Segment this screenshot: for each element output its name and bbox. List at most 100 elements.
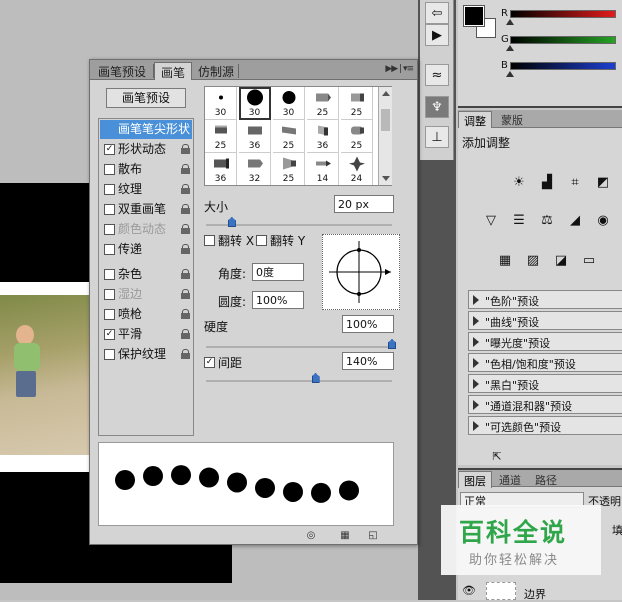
expand-arrow-icon[interactable] [473,337,479,347]
brush-tip-item[interactable]: 25 [273,153,305,185]
channel-slider[interactable] [510,36,616,44]
hardness-slider-thumb[interactable] [388,339,396,349]
brush-option-item[interactable]: 湿边 [100,285,192,304]
brush-option-item[interactable]: 保护纹理 [100,345,192,364]
brush-option-checkbox[interactable] [104,164,115,175]
brush-tip-item[interactable]: 32 [239,153,271,185]
channel-slider-thumb[interactable] [506,45,514,51]
threshold-icon[interactable]: ◪ [550,250,572,270]
angle-roundness-widget[interactable] [322,234,400,310]
brush-option-checkbox[interactable] [104,269,115,280]
black-white-icon[interactable]: ◢ [564,210,586,230]
brush-tip-scrollbar[interactable] [378,87,392,185]
lock-icon[interactable] [181,329,190,339]
tab-masks[interactable]: 蒙版 [496,111,528,128]
brush-option-item[interactable]: 纹理 [100,180,192,199]
brush-panel-icon[interactable]: ♆ [425,96,449,118]
vibrance-icon[interactable]: ▽ [480,210,502,230]
lock-icon[interactable] [181,269,190,279]
brush-tip-item[interactable]: 30 [205,87,237,120]
hue-saturation-icon[interactable]: ☰ [508,210,530,230]
brush-option-checkbox[interactable]: ✓ [104,329,115,340]
expand-arrow-icon[interactable] [473,295,479,305]
exposure-icon[interactable]: ◩ [592,172,614,192]
lock-icon[interactable] [181,164,190,174]
brush-option-checkbox[interactable]: ✓ [104,144,115,155]
tab-brush-presets[interactable]: 画笔预设 [92,62,152,80]
tab-channels[interactable]: 通道 [494,471,526,488]
brush-option-checkbox[interactable] [104,204,115,215]
lock-icon[interactable] [181,289,190,299]
flip-x-checkbox[interactable] [204,235,215,246]
spacing-slider-track[interactable] [206,380,392,382]
brush-tip-item[interactable]: 36 [205,153,237,185]
history-icon[interactable]: ⇦ [425,2,449,24]
hardness-slider-track[interactable] [206,346,392,348]
brush-tip-item[interactable]: 25 [341,87,373,120]
roundness-input[interactable]: 100% [252,291,304,309]
lock-icon[interactable] [181,224,190,234]
size-slider-thumb[interactable] [227,217,236,227]
brush-tip-item[interactable]: 36 [307,120,339,153]
layer-visibility-eye-icon[interactable]: 👁 [460,584,478,600]
tab-layers[interactable]: 图层 [458,471,492,488]
spacing-slider-thumb[interactable] [311,373,320,383]
brush-tip-item[interactable]: 14 [307,153,339,185]
actions-play-icon[interactable]: ▶ [425,24,449,46]
brush-option-checkbox[interactable] [104,289,115,300]
expand-arrow-icon[interactable] [473,379,479,389]
expand-arrow-icon[interactable] [473,358,479,368]
lock-icon[interactable] [181,349,190,359]
tab-brush[interactable]: 画笔 [154,62,193,80]
adjustment-preset-row[interactable]: "可选颜色"预设 [468,416,622,435]
brush-presets-icon[interactable]: ≈ [425,64,449,86]
adjustment-preset-row[interactable]: "色相/饱和度"预设 [468,353,622,372]
brush-tip-item[interactable]: 24 [341,153,373,185]
lock-icon[interactable] [181,144,190,154]
brush-option-item[interactable]: 喷枪 [100,305,192,324]
spacing-input[interactable]: 140% [342,352,394,370]
adjustment-preset-row[interactable]: "通道混和器"预设 [468,395,622,414]
brush-option-item[interactable]: 传递 [100,240,192,259]
lock-icon[interactable] [181,204,190,214]
channel-slider-thumb[interactable] [506,71,514,77]
tab-clone-source[interactable]: 仿制源 [192,62,240,80]
new-preset-icon[interactable]: ◱ [366,530,380,542]
brush-tip-item[interactable]: 25 [341,120,373,153]
adjustment-preset-row[interactable]: "曲线"预设 [468,311,622,330]
panel-menu-icon[interactable]: ▶▶ | ▾≡ [385,64,414,74]
photo-filter-icon[interactable]: ◉ [592,210,614,230]
spacing-checkbox[interactable]: ✓ [204,357,215,368]
brush-tip-item[interactable]: 36 [239,120,271,153]
brightness-icon[interactable]: ☀ [508,172,530,192]
curves-icon[interactable]: ⌗ [564,172,586,192]
expand-arrow-icon[interactable] [473,400,479,410]
color-balance-icon[interactable]: ⚖ [536,210,558,230]
brush-presets-button[interactable]: 画笔预设 [106,88,186,108]
brush-option-checkbox[interactable] [104,224,115,235]
brush-option-checkbox[interactable] [104,184,115,195]
gradient-map-icon[interactable]: ▭ [578,250,600,270]
return-icon[interactable]: ⇱ [488,448,506,464]
brush-option-item[interactable]: 画笔笔尖形状 [100,120,192,139]
flip-y-checkbox[interactable] [256,235,267,246]
adjustment-preset-row[interactable]: "黑白"预设 [468,374,622,393]
tab-paths[interactable]: 路径 [530,471,562,488]
clone-source-icon[interactable]: ⊥ [425,126,449,148]
lock-icon[interactable] [181,309,190,319]
brush-option-checkbox[interactable] [104,244,115,255]
brush-option-item[interactable]: ✓ 形状动态 [100,140,192,159]
brush-tip-item[interactable]: 25 [307,87,339,120]
expand-arrow-icon[interactable] [473,421,479,431]
brush-tip-item[interactable]: 25 [205,120,237,153]
brush-option-item[interactable]: 散布 [100,160,192,179]
brush-option-item[interactable]: 颜色动态 [100,220,192,239]
posterize-icon[interactable]: ▨ [522,250,544,270]
channel-slider[interactable] [510,10,616,18]
brush-option-checkbox[interactable] [104,309,115,320]
lock-icon[interactable] [181,184,190,194]
brush-option-item[interactable]: 双重画笔 [100,200,192,219]
hardness-input[interactable]: 100% [342,315,394,333]
tab-adjustments[interactable]: 调整 [458,111,492,128]
channel-slider[interactable] [510,62,616,70]
